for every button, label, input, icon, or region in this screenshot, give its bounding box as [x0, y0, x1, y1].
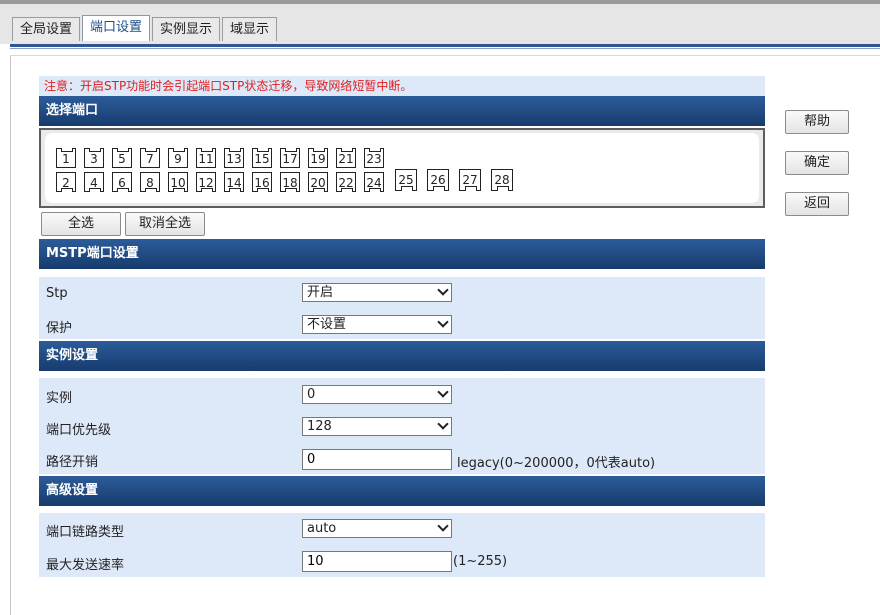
port-18[interactable]: 18	[280, 172, 300, 192]
help-button[interactable]: 帮助	[785, 110, 849, 134]
port-panel-inner: 1 3 5 7 9 11 13 15 17 19 21 23 2 4 6 8 10 12 14 16 18 20 22 24…	[45, 133, 759, 203]
port-26[interactable]: 26	[427, 169, 449, 191]
port-7[interactable]: 7	[140, 148, 160, 168]
port-17[interactable]: 17	[280, 148, 300, 168]
max-rate-label: 最大发送速率	[46, 558, 125, 573]
chevron-down-icon	[437, 386, 449, 398]
port-10[interactable]: 10	[168, 172, 188, 192]
port-11[interactable]: 11	[196, 148, 216, 168]
port-19[interactable]: 19	[308, 148, 328, 168]
path-cost-hint: legacy(0~200000，0代表auto)	[457, 456, 656, 471]
chevron-down-icon	[437, 316, 449, 328]
chevron-down-icon	[437, 520, 449, 532]
port-2[interactable]: 2	[56, 172, 76, 192]
tab-list: 全局设置 端口设置 实例显示 域显示	[12, 15, 279, 41]
port-22[interactable]: 22	[336, 172, 356, 192]
instance-label: 实例	[46, 391, 73, 406]
port-13[interactable]: 13	[224, 148, 244, 168]
port-9[interactable]: 9	[168, 148, 188, 168]
port-16[interactable]: 16	[252, 172, 272, 192]
max-rate-input[interactable]	[302, 551, 452, 572]
back-button[interactable]: 返回	[785, 192, 849, 216]
tab-port-settings[interactable]: 端口设置	[82, 15, 151, 41]
tab-domain-display[interactable]: 域显示	[222, 17, 278, 41]
port-27[interactable]: 27	[459, 169, 481, 191]
port-6[interactable]: 6	[112, 172, 132, 192]
port-4[interactable]: 4	[84, 172, 104, 192]
stp-warning-notice: 注意：开启STP功能时会引起端口STP状态迁移，导致网络短暂中断。	[39, 76, 765, 96]
tab-underline	[10, 44, 880, 47]
section-header-mstp: MSTP端口设置	[39, 239, 765, 269]
instance-select[interactable]: 0	[302, 385, 452, 404]
tab-underline-thin	[10, 48, 880, 49]
port-25[interactable]: 25	[395, 169, 417, 191]
chevron-down-icon	[437, 284, 449, 296]
port-3[interactable]: 3	[84, 148, 104, 168]
section-header-instance: 实例设置	[39, 341, 765, 371]
link-type-label: 端口链路类型	[46, 525, 125, 540]
port-5[interactable]: 5	[112, 148, 132, 168]
section-header-port-select: 选择端口	[39, 96, 765, 126]
port-1[interactable]: 1	[56, 148, 76, 168]
port-20[interactable]: 20	[308, 172, 328, 192]
port-24[interactable]: 24	[364, 172, 384, 192]
chevron-down-icon	[437, 418, 449, 430]
max-rate-hint: (1~255)	[453, 554, 508, 569]
link-type-select-value: auto	[307, 521, 337, 536]
port-21[interactable]: 21	[336, 148, 356, 168]
tab-strip: 全局设置 端口设置 实例显示 域显示	[0, 0, 880, 49]
stp-select[interactable]: 开启	[302, 283, 452, 302]
port-priority-select[interactable]: 128	[302, 417, 452, 436]
port-priority-select-value: 128	[307, 419, 332, 434]
port-priority-label: 端口优先级	[46, 423, 112, 438]
port-8[interactable]: 8	[140, 172, 160, 192]
stp-label: Stp	[46, 286, 68, 301]
section-header-advanced: 高级设置	[39, 476, 765, 506]
deselect-all-button[interactable]: 取消全选	[125, 212, 205, 236]
port-12[interactable]: 12	[196, 172, 216, 192]
tab-instance-display[interactable]: 实例显示	[152, 17, 221, 41]
path-cost-input[interactable]	[302, 449, 452, 470]
port-23[interactable]: 23	[364, 148, 384, 168]
protect-select-value: 不设置	[307, 317, 347, 332]
port-panel: 1 3 5 7 9 11 13 15 17 19 21 23 2 4 6 8 10 12 14 16 18 20 22 24…	[39, 128, 765, 208]
protect-select[interactable]: 不设置	[302, 315, 452, 334]
stp-select-value: 开启	[307, 285, 334, 300]
port-28[interactable]: 28	[491, 169, 513, 191]
path-cost-label: 路径开销	[46, 455, 99, 470]
link-type-select[interactable]: auto	[302, 519, 452, 538]
port-15[interactable]: 15	[252, 148, 272, 168]
instance-select-value: 0	[307, 387, 316, 402]
tab-global-settings[interactable]: 全局设置	[12, 17, 81, 41]
confirm-button[interactable]: 确定	[785, 151, 849, 175]
protect-label: 保护	[46, 321, 73, 336]
select-all-button[interactable]: 全选	[41, 212, 121, 236]
port-14[interactable]: 14	[224, 172, 244, 192]
